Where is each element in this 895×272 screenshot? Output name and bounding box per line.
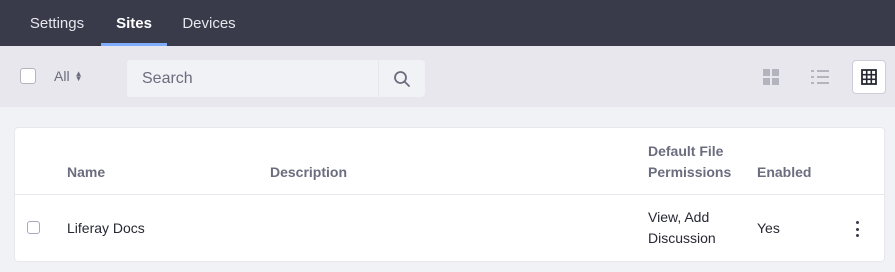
- top-navigation: Settings Sites Devices: [0, 0, 895, 46]
- column-header-permissions[interactable]: Default File Permissions: [648, 141, 731, 183]
- column-header-description[interactable]: Description: [270, 162, 347, 183]
- row-actions-kebab-icon[interactable]: [851, 220, 863, 238]
- tab-devices-label: Devices: [182, 14, 236, 32]
- select-all-checkbox[interactable]: [20, 68, 36, 84]
- sites-table: Name Description Default File Permission…: [14, 127, 885, 262]
- header-divider: [15, 194, 884, 195]
- cards-view-icon: [763, 69, 779, 85]
- tab-sites-label: Sites: [116, 14, 152, 32]
- tab-settings[interactable]: Settings: [14, 0, 100, 46]
- list-view-button[interactable]: [803, 60, 837, 94]
- cards-view-button[interactable]: [754, 60, 788, 94]
- filter-dropdown[interactable]: All ▲ ▼: [54, 68, 82, 84]
- filter-label: All: [54, 68, 70, 84]
- table-view-button[interactable]: [852, 60, 886, 94]
- search-button[interactable]: [378, 60, 425, 97]
- row-enabled: Yes: [757, 220, 780, 236]
- tab-devices[interactable]: Devices: [168, 0, 250, 46]
- row-name[interactable]: Liferay Docs: [67, 218, 145, 239]
- search-icon: [394, 70, 410, 87]
- row-checkbox[interactable]: [27, 221, 40, 234]
- sort-arrows-icon: ▲ ▼: [74, 69, 83, 83]
- row-permissions-line2: Discussion: [648, 230, 716, 246]
- tab-sites[interactable]: Sites: [101, 0, 167, 46]
- management-toolbar: All ▲ ▼: [0, 46, 895, 107]
- row-permissions: View, Add Discussion: [648, 207, 716, 249]
- column-header-name[interactable]: Name: [67, 162, 105, 183]
- column-header-permissions-line2: Permissions: [648, 164, 732, 180]
- column-header-enabled[interactable]: Enabled: [757, 162, 811, 183]
- list-view-icon: [811, 70, 829, 84]
- column-header-permissions-line1: Default File: [648, 143, 724, 159]
- search-input[interactable]: [127, 60, 378, 97]
- table-view-icon: [861, 69, 877, 85]
- row-permissions-line1: View, Add: [648, 209, 710, 225]
- tab-settings-label: Settings: [29, 14, 85, 32]
- search-box: [126, 59, 425, 98]
